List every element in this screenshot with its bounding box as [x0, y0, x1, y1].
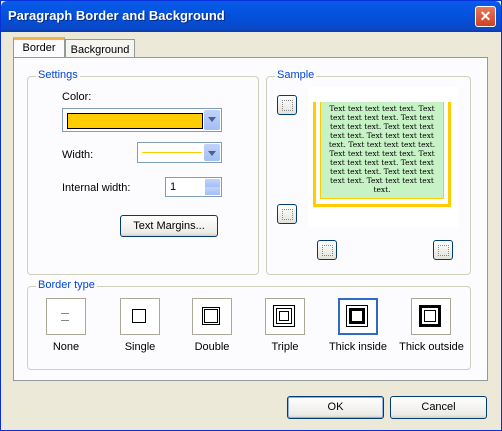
- chevron-down-icon[interactable]: [204, 144, 220, 161]
- border-type-group: Border type: [27, 279, 471, 370]
- internal-width-spinner[interactable]: 1: [165, 177, 222, 197]
- border-type-label-none: None: [52, 341, 80, 353]
- border-type-triple[interactable]: [265, 298, 305, 335]
- sample-border-frame: Text text text text text. Text text text…: [313, 102, 451, 207]
- border-type-group-label: Border type: [36, 279, 97, 291]
- chevron-down-icon[interactable]: [204, 110, 220, 130]
- border-double-icon: [202, 307, 220, 325]
- spin-down-icon[interactable]: [205, 187, 220, 195]
- width-dropdown[interactable]: [137, 142, 222, 163]
- color-label: Color:: [62, 91, 92, 103]
- internal-width-label: Internal width:: [62, 182, 131, 194]
- title-bar[interactable]: Paragraph Border and Background ✕: [1, 1, 501, 32]
- border-single-icon: [132, 309, 146, 323]
- right-border-toggle[interactable]: [433, 240, 453, 260]
- text-margins-button[interactable]: Text Margins...: [120, 215, 218, 237]
- border-type-label-double: Double: [194, 341, 230, 353]
- sample-group-label: Sample: [275, 69, 317, 81]
- border-type-thick-outside[interactable]: [411, 298, 451, 335]
- border-type-single[interactable]: [120, 298, 160, 335]
- width-label: Width:: [62, 149, 94, 161]
- sample-text: Text text text text text. Text text text…: [320, 102, 444, 199]
- left-border-toggle[interactable]: [317, 240, 337, 260]
- color-dropdown[interactable]: [62, 108, 222, 132]
- bottom-border-toggle[interactable]: [277, 204, 297, 224]
- border-type-double[interactable]: [192, 298, 232, 335]
- dialog-title: Paragraph Border and Background: [8, 8, 225, 23]
- border-type-label-thick-outside: Thick outside: [399, 341, 464, 353]
- border-type-thick-inside[interactable]: [338, 298, 378, 335]
- border-thick-outside-icon: [419, 305, 441, 327]
- width-line-preview: [142, 152, 202, 153]
- settings-group-label: Settings: [36, 69, 80, 81]
- dialog-window: Paragraph Border and Background ✕ Border…: [0, 0, 502, 431]
- border-type-label-triple: Triple: [271, 341, 299, 353]
- border-type-none[interactable]: [46, 298, 86, 335]
- sample-preview: Text text text text text. Text text text…: [308, 87, 458, 227]
- border-type-label-thick-inside: Thick inside: [328, 341, 388, 353]
- top-border-toggle[interactable]: [277, 95, 297, 115]
- close-button[interactable]: ✕: [475, 6, 496, 27]
- cancel-button[interactable]: Cancel: [390, 396, 487, 419]
- settings-group: Settings: [27, 69, 259, 275]
- spin-up-icon[interactable]: [205, 179, 220, 187]
- internal-width-value[interactable]: 1: [170, 181, 176, 193]
- border-type-label-single: Single: [124, 341, 156, 353]
- tab-background[interactable]: Background: [65, 39, 135, 59]
- ok-button[interactable]: OK: [287, 396, 384, 419]
- border-thick-inside-icon: [346, 305, 368, 327]
- border-triple-icon: [273, 305, 295, 327]
- tab-border[interactable]: Border: [13, 37, 65, 59]
- color-swatch: [67, 113, 203, 129]
- border-none-icon: [61, 313, 69, 321]
